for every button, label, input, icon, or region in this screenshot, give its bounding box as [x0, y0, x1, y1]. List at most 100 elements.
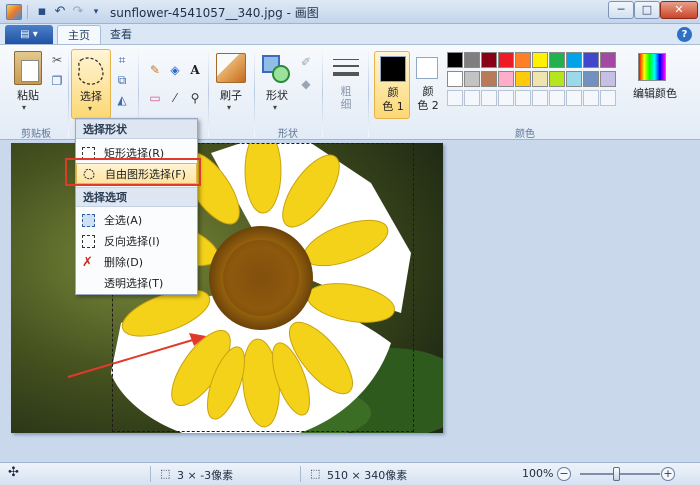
color-swatch[interactable] [447, 90, 463, 106]
separator [300, 466, 301, 482]
colors-group-label: 颜色 [515, 129, 535, 140]
fill-icon[interactable]: ◈ [166, 61, 184, 79]
color-swatch[interactable] [464, 90, 480, 106]
maximize-button[interactable]: □ [634, 1, 660, 19]
color-swatch[interactable] [532, 52, 548, 68]
color2-label: 颜 色 2 [417, 85, 439, 112]
cut-icon[interactable]: ✂ [48, 51, 66, 69]
tab-home[interactable]: 主页 [57, 25, 101, 44]
highlight-annotation-box [65, 158, 201, 186]
color-swatch[interactable] [498, 52, 514, 68]
color-swatch[interactable] [498, 90, 514, 106]
color1-button[interactable]: 颜 色 1 [374, 51, 410, 119]
crop-icon[interactable]: ⌗ [113, 51, 131, 69]
chevron-down-icon[interactable]: ▾ [273, 103, 277, 112]
color-swatch[interactable] [600, 52, 616, 68]
color2-button[interactable]: 颜 色 2 [413, 51, 443, 119]
shapes-icon[interactable] [262, 53, 292, 83]
select-button[interactable]: 选择 ▾ [71, 49, 111, 119]
image-size: 510 × 340像素 [327, 469, 408, 482]
eraser-icon[interactable]: ▭ [146, 89, 164, 107]
separator [150, 466, 151, 482]
color-swatch[interactable] [549, 90, 565, 106]
size-button-label[interactable]: 粗 细 [332, 85, 360, 111]
zoom-slider-track[interactable] [580, 473, 660, 475]
color-swatch[interactable] [600, 71, 616, 87]
file-menu-button[interactable]: ▤ ▾ [5, 25, 53, 44]
color-swatch[interactable] [583, 52, 599, 68]
tab-view[interactable]: 查看 [100, 25, 142, 44]
rotate-icon[interactable]: ◭ [113, 91, 131, 109]
color-swatch[interactable] [549, 52, 565, 68]
fill-shape-icon[interactable]: ◆ [297, 75, 315, 93]
chevron-down-icon[interactable]: ▾ [227, 103, 231, 112]
redo-icon[interactable]: ↷ [70, 4, 86, 20]
color-swatch[interactable] [532, 71, 548, 87]
color-swatch[interactable] [464, 71, 480, 87]
color-swatch[interactable] [498, 71, 514, 87]
delete-item[interactable]: ✗ 删除(D) [76, 252, 197, 273]
minimize-button[interactable]: ─ [608, 1, 634, 19]
group-separator [368, 49, 369, 137]
color-swatch[interactable] [583, 71, 599, 87]
color-swatch[interactable] [447, 71, 463, 87]
clipboard-group-label: 剪贴板 [21, 129, 51, 140]
group-separator [254, 49, 255, 137]
save-icon[interactable]: ▪ [34, 4, 50, 20]
edit-colors-icon[interactable] [638, 53, 666, 81]
paint-app-icon[interactable] [6, 4, 22, 20]
color-swatch[interactable] [566, 71, 582, 87]
zoom-slider-thumb[interactable] [613, 467, 620, 481]
color-swatch[interactable] [566, 90, 582, 106]
color-swatch[interactable] [481, 71, 497, 87]
color-swatch[interactable] [532, 90, 548, 106]
resize-icon[interactable]: ⧉ [113, 71, 131, 89]
copy-icon[interactable]: ❐ [48, 72, 66, 90]
paste-button-label[interactable]: 粘贴 [10, 87, 46, 103]
brush-icon[interactable] [216, 53, 246, 83]
select-all-icon [82, 214, 95, 227]
help-icon[interactable]: ? [677, 27, 692, 42]
undo-icon[interactable]: ↶ [52, 4, 68, 20]
magnifier-icon[interactable]: ⚲ [186, 89, 204, 107]
paste-icon[interactable] [14, 51, 42, 85]
zoom-out-button[interactable]: − [557, 467, 571, 481]
delete-icon: ✗ [82, 255, 93, 270]
select-all-item[interactable]: 全选(A) [76, 210, 197, 231]
color1-label: 颜 色 1 [382, 86, 404, 113]
line-size-icon[interactable] [333, 55, 359, 81]
image-size-icon: ⬚ [310, 467, 321, 480]
status-bar: ✣ ⬚ 3 × -3像素 ⬚ 510 × 340像素 100% − + [0, 462, 700, 485]
transparent-selection-item[interactable]: 透明选择(T) [76, 273, 197, 294]
pencil-icon[interactable]: ✎ [146, 61, 164, 79]
cursor-position: 3 × -3像素 [177, 469, 234, 482]
brushes-button-label[interactable]: 刷子 [214, 87, 248, 103]
zoom-in-button[interactable]: + [661, 467, 675, 481]
group-separator [68, 49, 69, 137]
chevron-down-icon[interactable]: ▾ [22, 103, 26, 112]
customize-toolbar-icon[interactable]: ▾ [88, 4, 104, 20]
edit-colors-button[interactable]: 编辑颜色 [632, 85, 678, 101]
color-swatch[interactable] [566, 52, 582, 68]
invert-selection-item[interactable]: 反向选择(I) [76, 231, 197, 252]
separator [27, 5, 28, 19]
shapes-button-label[interactable]: 形状 [260, 87, 294, 103]
color-swatch[interactable] [549, 71, 565, 87]
outline-icon[interactable]: ✐ [297, 53, 315, 71]
ribbon-tabs: ▤ ▾ 主页 查看 ? [0, 24, 700, 44]
color-swatch[interactable] [583, 90, 599, 106]
color-swatch[interactable] [600, 90, 616, 106]
color-swatch[interactable] [447, 52, 463, 68]
color-swatch[interactable] [464, 52, 480, 68]
color1-swatch [380, 56, 406, 82]
text-icon[interactable]: A [186, 61, 204, 79]
group-separator [208, 49, 209, 137]
color-picker-icon[interactable]: ⁄ [166, 89, 184, 107]
color-swatch[interactable] [481, 52, 497, 68]
color-swatch[interactable] [515, 90, 531, 106]
shapes-group-label: 形状 [278, 129, 298, 140]
color-swatch[interactable] [515, 71, 531, 87]
color-swatch[interactable] [515, 52, 531, 68]
close-button[interactable]: ✕ [660, 1, 698, 19]
color-swatch[interactable] [481, 90, 497, 106]
